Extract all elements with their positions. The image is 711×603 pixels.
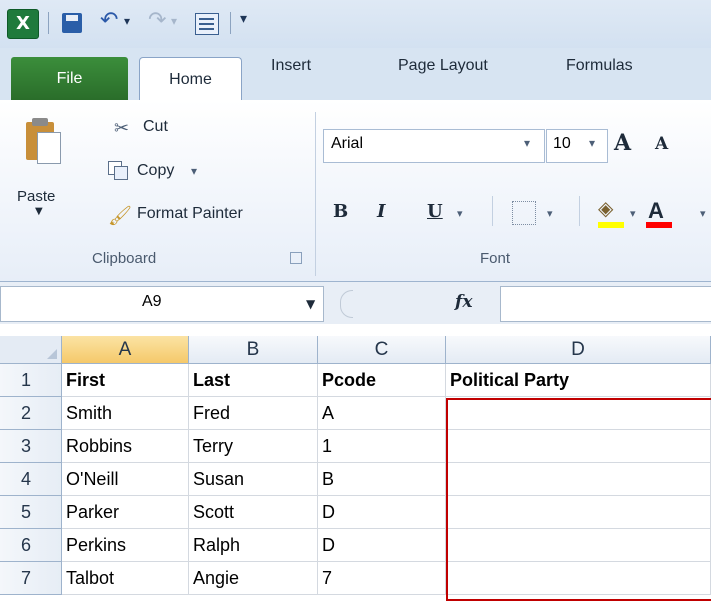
table-cell[interactable]: Robbins xyxy=(62,430,189,463)
row-header[interactable]: 4 xyxy=(0,463,62,496)
undo-icon[interactable]: ↶ xyxy=(100,8,118,33)
table-cell[interactable]: D xyxy=(318,496,446,529)
header-cell[interactable]: First xyxy=(62,364,189,397)
table-cell[interactable]: Terry xyxy=(189,430,318,463)
customize-toolbar-icon[interactable]: ▾ xyxy=(240,11,247,27)
redo-dropdown-icon[interactable]: ▾ xyxy=(171,14,177,28)
tab-home[interactable]: Home xyxy=(139,57,242,102)
table-cell[interactable]: 7 xyxy=(318,562,446,595)
italic-button[interactable]: I xyxy=(377,201,385,222)
table-cell[interactable]: Parker xyxy=(62,496,189,529)
column-header-c[interactable]: C xyxy=(318,336,446,364)
table-cell[interactable]: Scott xyxy=(189,496,318,529)
clipboard-group-label: Clipboard xyxy=(92,250,157,267)
shrink-font-button[interactable]: A xyxy=(655,134,668,154)
table-cell[interactable]: Perkins xyxy=(62,529,189,562)
excel-logo-icon[interactable]: X xyxy=(7,9,39,39)
header-cell[interactable]: Pcode xyxy=(318,364,446,397)
chevron-down-icon[interactable]: ▾ xyxy=(524,136,530,150)
row-header[interactable]: 5 xyxy=(0,496,62,529)
table-cell[interactable]: D xyxy=(318,529,446,562)
name-box-value: A9 xyxy=(142,293,162,310)
dialog-launcher-icon[interactable] xyxy=(290,252,302,264)
header-cell[interactable]: Political Party xyxy=(446,364,711,397)
column-header-b[interactable]: B xyxy=(189,336,318,364)
format-painter-button[interactable]: Format Painter xyxy=(137,205,243,223)
row-header[interactable]: 2 xyxy=(0,397,62,430)
name-box[interactable] xyxy=(0,286,324,322)
copy-button[interactable]: Copy xyxy=(137,162,174,180)
table-cell[interactable]: Fred xyxy=(189,397,318,430)
redo-icon[interactable]: ↷ xyxy=(148,8,166,33)
tab-formulas[interactable]: Formulas xyxy=(566,57,633,100)
table-cell[interactable]: B xyxy=(318,463,446,496)
tab-insert[interactable]: Insert xyxy=(271,57,311,100)
header-cell[interactable]: Last xyxy=(189,364,318,397)
borders-icon[interactable] xyxy=(512,201,536,225)
chevron-down-icon[interactable]: ▾ xyxy=(630,207,636,220)
column-header-d[interactable]: D xyxy=(446,336,711,364)
row-header[interactable]: 1 xyxy=(0,364,62,397)
form-icon[interactable] xyxy=(195,13,219,35)
chevron-down-icon[interactable]: ▾ xyxy=(589,136,595,150)
table-cell[interactable]: Ralph xyxy=(189,529,318,562)
paste-icon[interactable] xyxy=(23,116,63,164)
select-all-corner[interactable] xyxy=(0,336,62,364)
table-cell[interactable]: Susan xyxy=(189,463,318,496)
formula-input[interactable] xyxy=(500,286,711,322)
toolbar-divider xyxy=(48,12,49,34)
toolbar-divider xyxy=(579,196,580,226)
tab-page-layout[interactable]: Page Layout xyxy=(398,57,488,100)
paste-dropdown-icon[interactable]: ▼ xyxy=(35,206,43,217)
font-color-swatch xyxy=(646,222,672,228)
font-name-value: Arial xyxy=(331,135,364,152)
underline-button[interactable]: U xyxy=(427,201,443,222)
chevron-down-icon[interactable]: ▾ xyxy=(700,207,706,220)
fill-color-swatch xyxy=(598,222,624,228)
format-painter-icon: 🖌 xyxy=(108,205,133,227)
font-size-value: 10 xyxy=(553,135,571,152)
selection-highlight-box xyxy=(446,398,711,601)
grow-font-button[interactable]: A xyxy=(614,130,631,156)
table-cell[interactable]: Talbot xyxy=(62,562,189,595)
table-cell[interactable]: O'Neill xyxy=(62,463,189,496)
cut-icon: ✂ xyxy=(114,118,130,139)
insert-function-icon[interactable]: fx xyxy=(455,292,472,312)
paste-button[interactable]: Paste xyxy=(17,188,55,205)
table-cell[interactable]: Angie xyxy=(189,562,318,595)
chevron-down-icon[interactable]: ▼ xyxy=(306,297,315,311)
tab-file[interactable]: File xyxy=(11,57,128,100)
copy-dropdown-icon[interactable]: ▾ xyxy=(191,164,197,178)
chevron-down-icon[interactable]: ▾ xyxy=(457,207,463,220)
chevron-down-icon[interactable]: ▾ xyxy=(547,207,553,220)
column-header-a[interactable]: A xyxy=(62,336,189,364)
save-icon[interactable] xyxy=(62,13,82,33)
formula-bar-grip[interactable] xyxy=(340,290,353,318)
row-header[interactable]: 3 xyxy=(0,430,62,463)
toolbar-divider xyxy=(492,196,493,226)
row-header[interactable]: 6 xyxy=(0,529,62,562)
toolbar-divider xyxy=(230,12,231,34)
cut-button[interactable]: Cut xyxy=(143,118,168,136)
font-color-button[interactable]: A xyxy=(648,198,664,224)
table-cell[interactable]: A xyxy=(318,397,446,430)
table-cell[interactable]: 1 xyxy=(318,430,446,463)
row-header[interactable]: 7 xyxy=(0,562,62,595)
fill-color-icon[interactable]: ◈ xyxy=(598,196,613,220)
group-divider xyxy=(315,112,316,276)
copy-icon xyxy=(108,161,128,180)
bold-button[interactable]: B xyxy=(333,201,348,222)
font-group-label: Font xyxy=(480,250,511,267)
undo-dropdown-icon[interactable]: ▾ xyxy=(124,14,130,28)
table-cell[interactable]: Smith xyxy=(62,397,189,430)
